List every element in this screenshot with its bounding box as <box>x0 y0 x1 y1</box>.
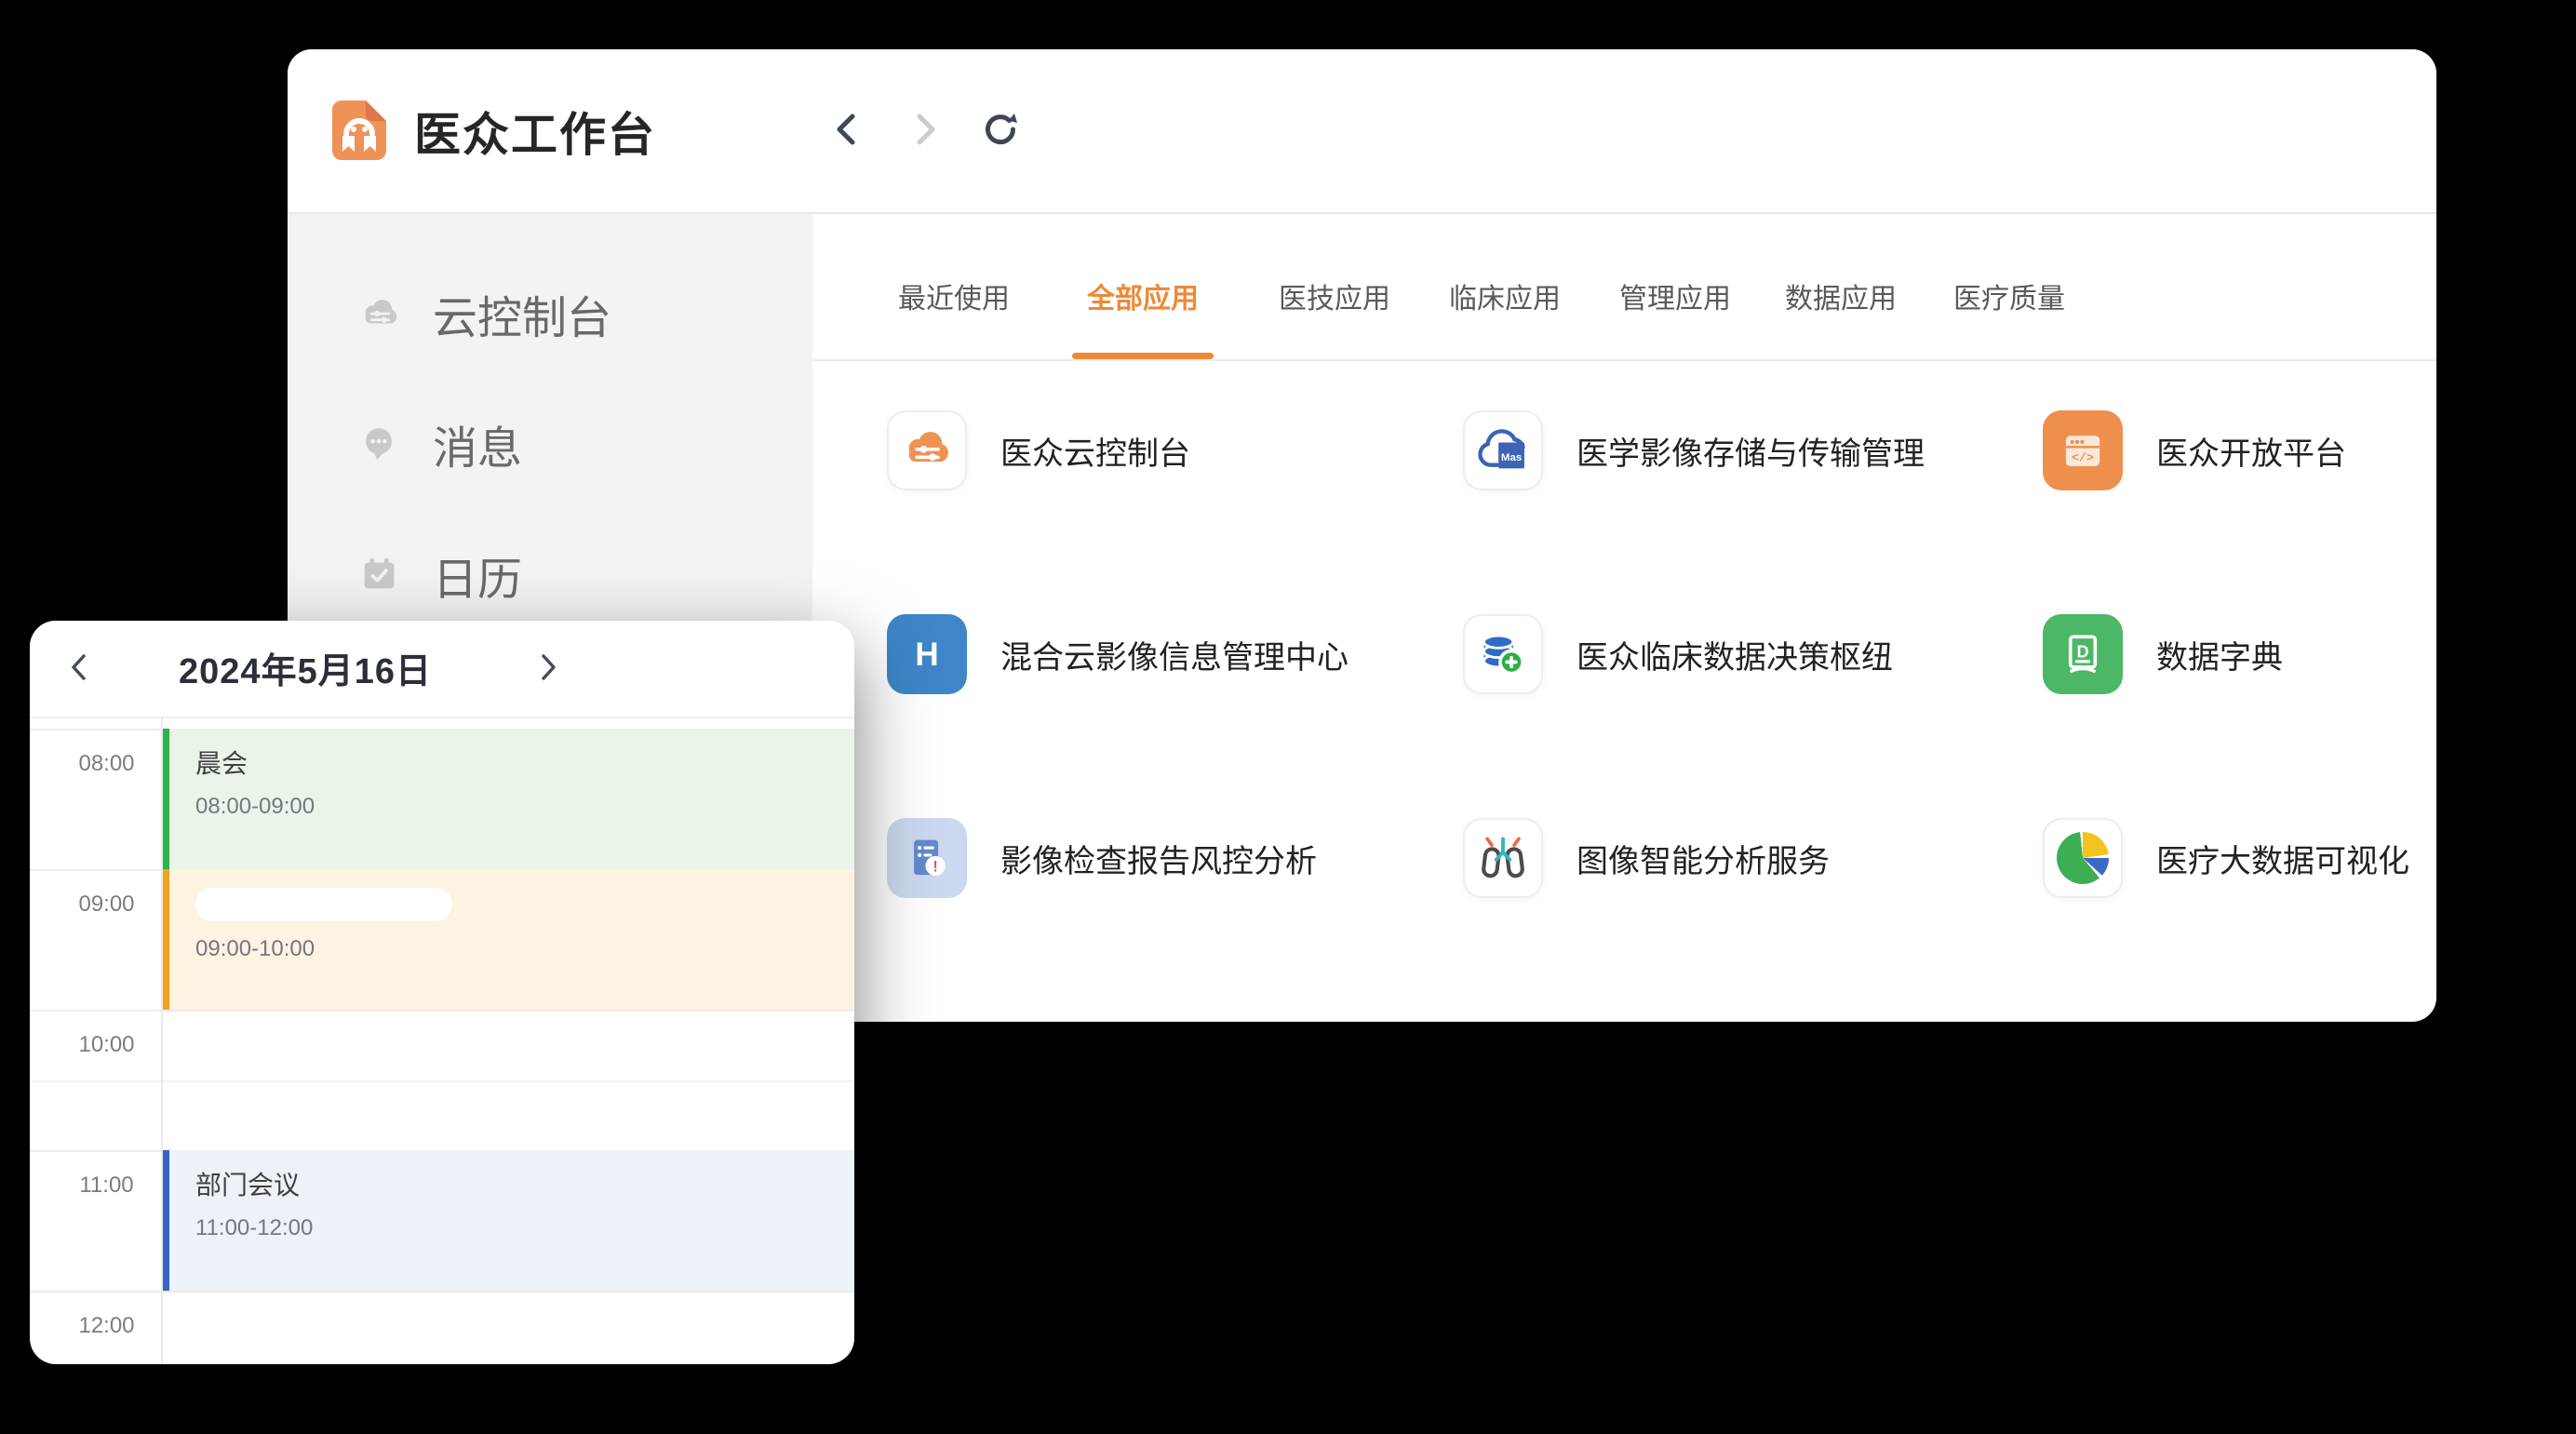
event-time: 11:00-12:00 <box>195 1215 854 1241</box>
open-platform-app-icon: </> <box>2043 410 2123 490</box>
data-dictionary-app-icon: D <box>2043 614 2123 694</box>
app-open-platform[interactable]: </> 医众开放平台 <box>2043 410 2346 490</box>
chevron-left-icon <box>827 109 868 150</box>
time-label: 10:00 <box>30 1032 161 1058</box>
time-label: 12:00 <box>30 1313 161 1339</box>
big-data-viz-app-icon <box>2043 818 2123 898</box>
calendar-icon <box>358 554 401 596</box>
time-label: 08:00 <box>30 751 161 777</box>
event-title: 部门会议 <box>195 1165 854 1202</box>
redacted-event-title <box>195 888 452 921</box>
cloud-console-icon <box>358 292 401 335</box>
app-label: 医众开放平台 <box>2156 428 2346 474</box>
chevron-right-icon <box>904 109 945 150</box>
app-clinical-data-hub[interactable]: 医众临床数据决策枢纽 <box>1463 614 1893 694</box>
app-hybrid-cloud-center[interactable]: H 混合云影像信息管理中心 <box>887 614 1348 694</box>
back-button[interactable] <box>825 107 870 152</box>
app-report-risk-analysis[interactable]: ! 影像检查报告风控分析 <box>887 818 1317 898</box>
pie-chart-icon <box>2057 832 2109 884</box>
half-hour-line <box>30 1080 854 1082</box>
tab-data-apps[interactable]: 数据应用 <box>1785 285 1897 315</box>
clinical-data-hub-app-icon <box>1463 614 1543 694</box>
event-time: 08:00-09:00 <box>195 794 854 820</box>
app-label: 图像智能分析服务 <box>1576 836 1830 881</box>
sidebar-item-label: 云控制台 <box>433 281 611 346</box>
app-data-dictionary[interactable]: D 数据字典 <box>2043 614 2283 694</box>
chevron-right-icon <box>537 651 561 683</box>
report-risk-app-icon: ! <box>887 818 967 898</box>
app-image-ai-analysis[interactable]: 图像智能分析服务 <box>1463 818 1830 898</box>
svg-text:D: D <box>2076 643 2088 662</box>
tab-quality[interactable]: 医疗质量 <box>1953 285 2065 315</box>
time-label: 09:00 <box>30 891 161 918</box>
image-ai-app-icon <box>1463 818 1543 898</box>
nav-controls <box>825 107 1023 152</box>
app-title: 医众工作台 <box>414 101 656 162</box>
app-logo-icon <box>329 99 390 160</box>
svg-text:H: H <box>915 637 938 673</box>
calendar-prev-button[interactable] <box>56 645 101 690</box>
cloud-console-app-icon <box>887 410 967 490</box>
app-label: 混合云影像信息管理中心 <box>1000 632 1348 677</box>
active-tab-underline <box>1072 353 1214 359</box>
sidebar-item-label: 日历 <box>433 543 522 608</box>
calendar-event-redacted[interactable]: 09:00-10:00 <box>163 869 854 1010</box>
event-title: 晨会 <box>195 744 854 781</box>
calendar-header: 2024年5月16日 <box>30 621 854 718</box>
calendar-panel: 2024年5月16日 08:00 09:00 10:00 11:00 12:00… <box>30 621 854 1364</box>
svg-text:Mas: Mas <box>1501 452 1522 463</box>
calendar-event-morning-meeting[interactable]: 晨会 08:00-09:00 <box>163 729 854 869</box>
hour-line <box>30 1291 854 1293</box>
calendar-event-department-meeting[interactable]: 部门会议 11:00-12:00 <box>163 1150 854 1291</box>
svg-text:!: ! <box>932 859 937 876</box>
svg-text:</>: </> <box>2072 450 2094 464</box>
event-time: 09:00-10:00 <box>195 936 854 962</box>
tab-admin-apps[interactable]: 管理应用 <box>1619 285 1731 315</box>
tab-all-apps[interactable]: 全部应用 <box>1087 285 1199 315</box>
chevron-left-icon <box>66 651 90 683</box>
calendar-date: 2024年5月16日 <box>121 645 490 690</box>
forward-button[interactable] <box>902 107 946 152</box>
canvas: { "window": { "title": "医众工作台" }, "sideb… <box>0 0 2576 1434</box>
tab-recent[interactable]: 最近使用 <box>898 285 1010 315</box>
app-label: 影像检查报告风控分析 <box>1000 836 1317 881</box>
refresh-icon <box>980 109 1021 150</box>
calendar-next-button[interactable] <box>527 645 571 690</box>
app-image-storage[interactable]: Mas 医学影像存储与传输管理 <box>1463 410 1925 490</box>
app-label: 医众云控制台 <box>1000 428 1190 474</box>
app-label: 医学影像存储与传输管理 <box>1576 428 1925 474</box>
app-cloud-console[interactable]: 医众云控制台 <box>887 410 1190 490</box>
sidebar-item-cloud-console[interactable]: 云控制台 <box>288 267 812 360</box>
app-big-data-visualization[interactable]: 医疗大数据可视化 <box>2043 818 2409 898</box>
tabs-divider <box>812 359 2436 361</box>
sidebar-item-messages[interactable]: 消息 <box>288 397 812 490</box>
refresh-button[interactable] <box>978 107 1023 152</box>
hybrid-cloud-app-icon: H <box>887 614 967 694</box>
tab-clinical-apps[interactable]: 临床应用 <box>1449 285 1561 315</box>
app-label: 数据字典 <box>2156 632 2283 677</box>
message-icon <box>358 422 401 465</box>
tab-medtech-apps[interactable]: 医技应用 <box>1279 285 1390 315</box>
sidebar-item-label: 消息 <box>433 411 522 476</box>
sidebar-item-calendar[interactable]: 日历 <box>288 529 812 622</box>
mas-cloud-app-icon: Mas <box>1463 410 1543 490</box>
app-label: 医众临床数据决策枢纽 <box>1576 632 1893 677</box>
app-label: 医疗大数据可视化 <box>2156 836 2409 881</box>
time-label: 11:00 <box>30 1173 161 1199</box>
window-header: 医众工作台 <box>288 49 2436 214</box>
hour-line <box>30 1010 854 1012</box>
